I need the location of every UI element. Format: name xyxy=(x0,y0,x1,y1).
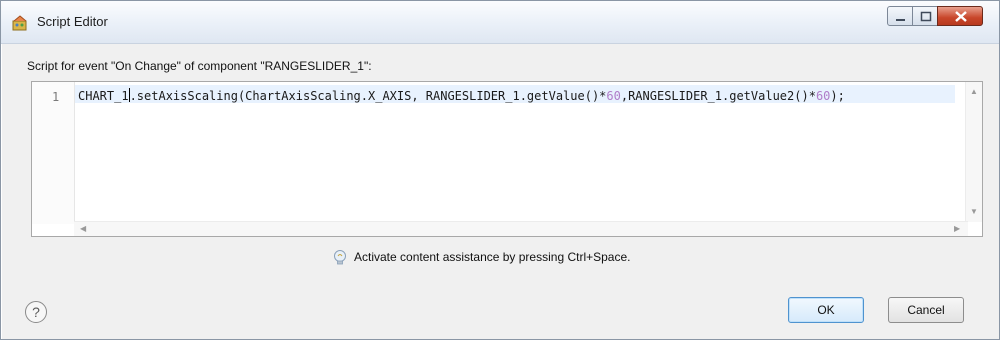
line-number-gutter: 1 xyxy=(32,82,75,224)
code-number-2: 60 xyxy=(815,89,831,103)
content-assist-hint-text: Activate content assistance by pressing … xyxy=(354,250,631,264)
vertical-scrollbar[interactable]: ▲ ▼ xyxy=(965,82,982,222)
scroll-down-arrow-icon[interactable]: ▼ xyxy=(970,208,978,216)
horizontal-scrollbar[interactable]: ◀ ▶ xyxy=(74,221,968,236)
ok-button[interactable]: OK xyxy=(788,297,864,323)
maximize-icon xyxy=(920,11,932,22)
close-button[interactable] xyxy=(937,6,983,26)
code-token-end: ); xyxy=(830,89,845,103)
help-button[interactable]: ? xyxy=(25,301,47,323)
close-icon xyxy=(955,11,967,22)
code-token-call2: ,RANGESLIDER_1.getValue2()* xyxy=(620,89,816,103)
scroll-right-arrow-icon[interactable]: ▶ xyxy=(954,225,960,233)
script-editor-app-icon xyxy=(12,15,27,31)
minimize-icon xyxy=(896,19,905,21)
maximize-button[interactable] xyxy=(912,6,938,26)
minimize-button[interactable] xyxy=(887,6,913,26)
code-token-call: .setAxisScaling(ChartAxisScaling.X_AXIS,… xyxy=(129,89,607,103)
code-token-chart: CHART_1 xyxy=(78,89,129,103)
lightbulb-icon xyxy=(334,250,346,265)
title-bar[interactable]: Script Editor xyxy=(1,1,999,44)
script-editor-window: Script Editor Script for event "On Chang… xyxy=(0,0,1000,340)
code-number-1: 60 xyxy=(606,89,621,103)
scroll-up-arrow-icon[interactable]: ▲ xyxy=(970,88,978,96)
cancel-button[interactable]: Cancel xyxy=(888,297,964,323)
code-editor[interactable]: 1 CHART_1.setAxisScaling(ChartAxisScalin… xyxy=(31,81,983,237)
scroll-left-arrow-icon[interactable]: ◀ xyxy=(80,225,86,233)
line-number: 1 xyxy=(52,90,60,104)
current-line-highlight: CHART_1.setAxisScaling(ChartAxisScaling.… xyxy=(75,85,955,103)
code-text[interactable]: CHART_1.setAxisScaling(ChartAxisScaling.… xyxy=(78,88,845,103)
script-caption: Script for event "On Change" of componen… xyxy=(27,59,372,73)
window-title: Script Editor xyxy=(37,14,108,29)
